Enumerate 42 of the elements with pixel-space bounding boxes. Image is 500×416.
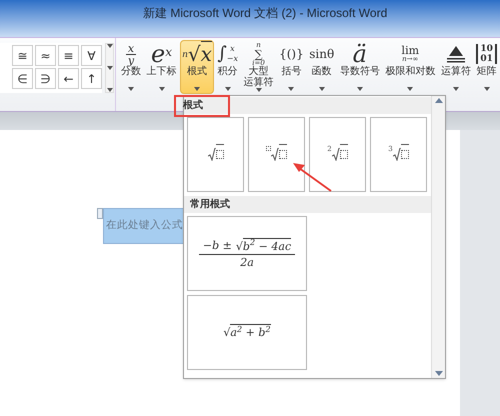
ribbon-button[interactable]: x y 分数 <box>119 40 143 94</box>
symbol-button[interactable]: ← <box>58 68 79 89</box>
radical-formula: √a$^{2}$ + b$^{2}$ <box>223 324 271 342</box>
section-header: 根式 <box>174 94 230 116</box>
formula-tile[interactable]: −b ± √b$^{2}$ − 4ac 2a <box>187 216 307 291</box>
ribbon-label: 运算符 <box>440 66 471 77</box>
symbol-button[interactable]: ∋ <box>35 68 56 89</box>
ribbon-label: 函数 <box>312 66 332 77</box>
ribbon-label: 上下标 <box>146 66 177 77</box>
section-header: 常用根式 <box>190 198 230 212</box>
ribbon-button[interactable]: ä 导数符号 <box>338 40 382 94</box>
symbol-button[interactable]: ∈ <box>12 68 33 89</box>
symbol-button[interactable]: ↑ <box>81 68 102 89</box>
accent-glyph: ä <box>352 42 367 66</box>
symbol-button[interactable]: ≅ <box>12 45 33 66</box>
symbol-button[interactable]: ≡ <box>58 45 79 66</box>
symbol-button[interactable]: ≈ <box>35 45 56 66</box>
ribbon-button[interactable]: $^{n}$√x 根式 <box>180 40 214 94</box>
radical-glyph: $^{n}$√x <box>182 43 212 65</box>
ribbon-label: 运算符 <box>244 77 274 88</box>
matrix-glyph: 10 01 <box>476 44 497 64</box>
formula-tile[interactable]: √a$^{2}$ + b$^{2}$ <box>187 295 307 370</box>
ribbon-label: 分数 <box>121 66 141 77</box>
function-glyph: {()} <box>279 46 304 63</box>
symbol-button[interactable]: ∀ <box>81 45 102 66</box>
ribbon-button[interactable]: {()} 括号 <box>277 40 306 94</box>
ribbon-label: 根式 <box>186 66 207 77</box>
quadratic-formula: −b ± √b$^{2}$ − 4ac 2a <box>198 238 296 270</box>
ribbon-label: 极限和对数 <box>385 66 436 77</box>
superscript-glyph: e$^{x}$ <box>151 42 172 66</box>
ribbon-label: 导数符号 <box>340 66 380 77</box>
window-title: 新建 Microsoft Word 文档 (2) - Microsoft Word <box>143 5 388 22</box>
fraction-glyph: x y <box>126 42 136 66</box>
ribbon-label: 矩阵 <box>476 66 497 77</box>
ribbon-label: 大型 <box>248 66 269 77</box>
ribbon-button[interactable]: 10 01 矩阵 <box>474 40 499 94</box>
ribbon-label: 括号 <box>281 66 302 77</box>
ribbon-button[interactable]: e$^{x}$ 上下标 <box>144 40 179 94</box>
ribbon-label: 积分 <box>218 66 238 77</box>
ribbon-button[interactable]: 运算符 <box>438 40 473 94</box>
ribbon-button[interactable]: sinθ 函数 <box>307 40 336 94</box>
function-glyph: sinθ <box>309 46 334 63</box>
